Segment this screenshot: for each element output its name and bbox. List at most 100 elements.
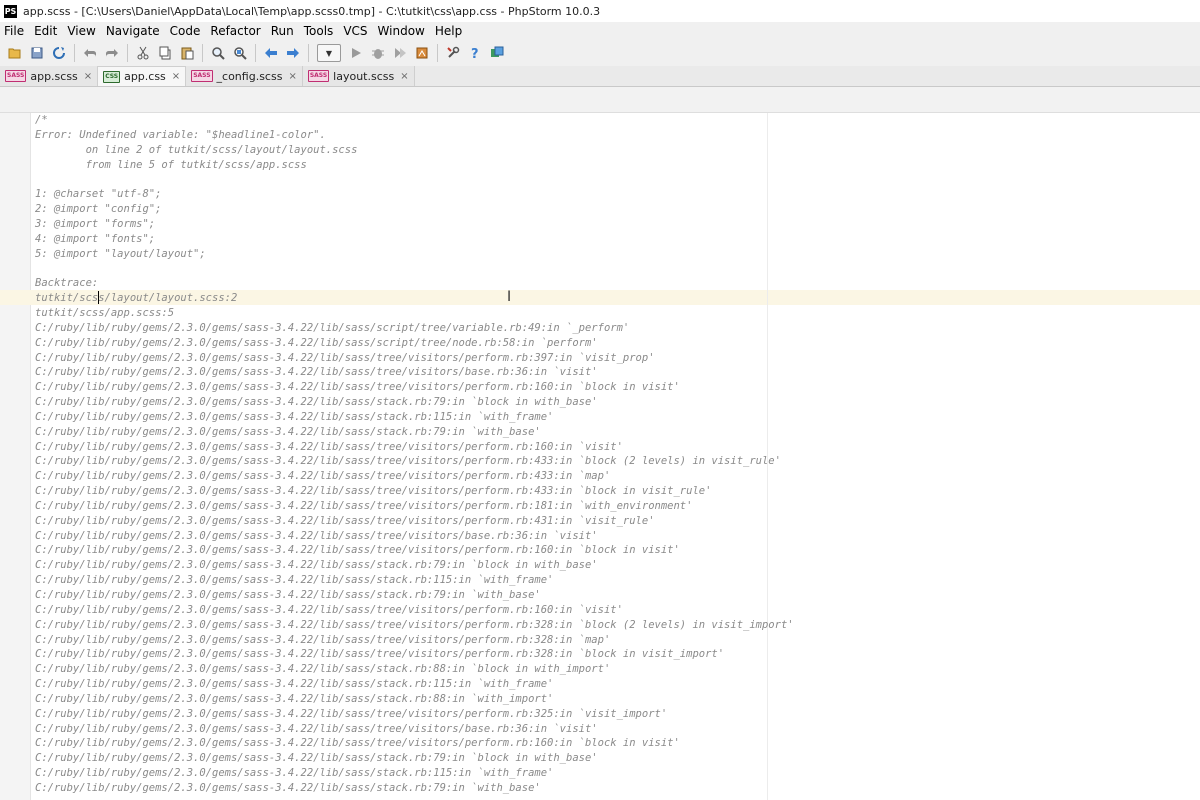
tab-app-scss[interactable]: SASS app.scss × bbox=[0, 66, 99, 86]
close-icon[interactable]: × bbox=[172, 71, 180, 82]
code-line[interactable]: 5: @import "layout/layout"; bbox=[35, 247, 794, 262]
code-line[interactable]: C:/ruby/lib/ruby/gems/2.3.0/gems/sass-3.… bbox=[35, 618, 794, 633]
chevron-down-icon: ▼ bbox=[325, 48, 333, 58]
paste-icon[interactable] bbox=[178, 44, 196, 62]
code-line[interactable]: C:/ruby/lib/ruby/gems/2.3.0/gems/sass-3.… bbox=[35, 395, 794, 410]
code-line[interactable]: Error: Undefined variable: "$headline1-c… bbox=[35, 128, 794, 143]
code-editor[interactable]: /* Error: Undefined variable: "$headline1… bbox=[0, 113, 1200, 800]
tab-layout-scss[interactable]: SASS layout.scss × bbox=[302, 66, 415, 86]
code-line[interactable]: C:/ruby/lib/ruby/gems/2.3.0/gems/sass-3.… bbox=[35, 529, 794, 544]
code-line[interactable]: C:/ruby/lib/ruby/gems/2.3.0/gems/sass-3.… bbox=[35, 543, 794, 558]
code-line[interactable]: Backtrace: bbox=[35, 276, 794, 291]
code-line[interactable]: 3: @import "forms"; bbox=[35, 217, 794, 232]
menu-window[interactable]: Window bbox=[373, 24, 430, 38]
menu-help[interactable]: Help bbox=[430, 24, 467, 38]
find-icon[interactable] bbox=[209, 44, 227, 62]
code-line[interactable]: C:/ruby/lib/ruby/gems/2.3.0/gems/sass-3.… bbox=[35, 484, 794, 499]
code-line[interactable]: on line 2 of tutkit/scss/layout/layout.s… bbox=[35, 143, 794, 158]
code-line[interactable]: /* bbox=[35, 113, 794, 128]
code-line[interactable]: 2: @import "config"; bbox=[35, 202, 794, 217]
coverage-icon[interactable] bbox=[391, 44, 409, 62]
undo-icon[interactable] bbox=[81, 44, 99, 62]
code-line[interactable]: C:/ruby/lib/ruby/gems/2.3.0/gems/sass-3.… bbox=[35, 677, 794, 692]
replace-icon[interactable] bbox=[231, 44, 249, 62]
menu-run[interactable]: Run bbox=[266, 24, 299, 38]
debug-icon[interactable] bbox=[369, 44, 387, 62]
close-icon[interactable]: × bbox=[400, 71, 408, 82]
open-folder-icon[interactable] bbox=[6, 44, 24, 62]
toolbar-separator bbox=[202, 44, 203, 62]
copy-icon[interactable] bbox=[156, 44, 174, 62]
back-icon[interactable] bbox=[262, 44, 280, 62]
code-line[interactable]: C:/ruby/lib/ruby/gems/2.3.0/gems/sass-3.… bbox=[35, 707, 794, 722]
code-line[interactable]: C:/ruby/lib/ruby/gems/2.3.0/gems/sass-3.… bbox=[35, 469, 794, 484]
code-line[interactable]: tutkit/scss/layout/layout.scss:2 bbox=[35, 291, 794, 306]
code-line[interactable]: C:/ruby/lib/ruby/gems/2.3.0/gems/sass-3.… bbox=[35, 321, 794, 336]
css-file-icon: CSS bbox=[103, 70, 121, 83]
code-line[interactable]: C:/ruby/lib/ruby/gems/2.3.0/gems/sass-3.… bbox=[35, 722, 794, 737]
window-title: app.scss - [C:\Users\Daniel\AppData\Loca… bbox=[23, 4, 601, 18]
phpstorm-update-icon[interactable] bbox=[488, 44, 506, 62]
phpstorm-app-icon: PS bbox=[4, 4, 17, 18]
code-line[interactable]: C:/ruby/lib/ruby/gems/2.3.0/gems/sass-3.… bbox=[35, 751, 794, 766]
code-line[interactable]: C:/ruby/lib/ruby/gems/2.3.0/gems/sass-3.… bbox=[35, 558, 794, 573]
tab-config-scss[interactable]: SASS _config.scss × bbox=[186, 66, 303, 86]
run-config-combo[interactable]: ▼ bbox=[317, 44, 341, 62]
code-line[interactable]: C:/ruby/lib/ruby/gems/2.3.0/gems/sass-3.… bbox=[35, 365, 794, 380]
menu-tools[interactable]: Tools bbox=[299, 24, 339, 38]
code-line[interactable] bbox=[35, 172, 794, 187]
code-line[interactable]: C:/ruby/lib/ruby/gems/2.3.0/gems/sass-3.… bbox=[35, 499, 794, 514]
code-line[interactable]: C:/ruby/lib/ruby/gems/2.3.0/gems/sass-3.… bbox=[35, 573, 794, 588]
menu-navigate[interactable]: Navigate bbox=[101, 24, 165, 38]
code-line[interactable]: C:/ruby/lib/ruby/gems/2.3.0/gems/sass-3.… bbox=[35, 336, 794, 351]
code-line[interactable]: tutkit/scss/app.scss:5 bbox=[35, 306, 794, 321]
menu-refactor[interactable]: Refactor bbox=[205, 24, 265, 38]
help-icon[interactable]: ? bbox=[466, 44, 484, 62]
code-line[interactable]: C:/ruby/lib/ruby/gems/2.3.0/gems/sass-3.… bbox=[35, 380, 794, 395]
code-line[interactable]: C:/ruby/lib/ruby/gems/2.3.0/gems/sass-3.… bbox=[35, 781, 794, 796]
code-line[interactable]: C:/ruby/lib/ruby/gems/2.3.0/gems/sass-3.… bbox=[35, 440, 794, 455]
code-line[interactable]: C:/ruby/lib/ruby/gems/2.3.0/gems/sass-3.… bbox=[35, 692, 794, 707]
menu-view[interactable]: View bbox=[62, 24, 100, 38]
profile-icon[interactable] bbox=[413, 44, 431, 62]
code-line[interactable]: C:/ruby/lib/ruby/gems/2.3.0/gems/sass-3.… bbox=[35, 766, 794, 781]
sass-file-icon: SASS bbox=[307, 70, 330, 82]
code-line[interactable] bbox=[35, 261, 794, 276]
tab-label: app.scss bbox=[30, 69, 78, 83]
navigation-bar bbox=[0, 87, 1200, 113]
code-line[interactable]: C:/ruby/lib/ruby/gems/2.3.0/gems/sass-3.… bbox=[35, 514, 794, 529]
editor-gutter[interactable] bbox=[0, 113, 31, 800]
code-content[interactable]: /* Error: Undefined variable: "$headline1… bbox=[35, 113, 794, 796]
editor-tabs: SASS app.scss × CSS app.css × SASS _conf… bbox=[0, 66, 1200, 87]
close-icon[interactable]: × bbox=[288, 71, 296, 82]
code-line[interactable]: C:/ruby/lib/ruby/gems/2.3.0/gems/sass-3.… bbox=[35, 647, 794, 662]
cut-icon[interactable] bbox=[134, 44, 152, 62]
menu-edit[interactable]: Edit bbox=[29, 24, 62, 38]
sync-icon[interactable] bbox=[50, 44, 68, 62]
tab-app-css[interactable]: CSS app.css × bbox=[98, 66, 187, 86]
menu-code[interactable]: Code bbox=[165, 24, 206, 38]
redo-icon[interactable] bbox=[103, 44, 121, 62]
save-icon[interactable] bbox=[28, 44, 46, 62]
code-line[interactable]: C:/ruby/lib/ruby/gems/2.3.0/gems/sass-3.… bbox=[35, 603, 794, 618]
forward-icon[interactable] bbox=[284, 44, 302, 62]
code-line[interactable]: from line 5 of tutkit/scss/app.scss bbox=[35, 158, 794, 173]
code-line[interactable]: C:/ruby/lib/ruby/gems/2.3.0/gems/sass-3.… bbox=[35, 410, 794, 425]
code-line[interactable]: C:/ruby/lib/ruby/gems/2.3.0/gems/sass-3.… bbox=[35, 425, 794, 440]
code-line[interactable]: 4: @import "fonts"; bbox=[35, 232, 794, 247]
code-line[interactable]: 1: @charset "utf-8"; bbox=[35, 187, 794, 202]
toolbar-separator bbox=[255, 44, 256, 62]
code-line[interactable]: C:/ruby/lib/ruby/gems/2.3.0/gems/sass-3.… bbox=[35, 454, 794, 469]
code-line[interactable]: C:/ruby/lib/ruby/gems/2.3.0/gems/sass-3.… bbox=[35, 588, 794, 603]
code-line[interactable]: C:/ruby/lib/ruby/gems/2.3.0/gems/sass-3.… bbox=[35, 633, 794, 648]
toolbar-separator bbox=[308, 44, 309, 62]
run-icon[interactable] bbox=[347, 44, 365, 62]
menu-file[interactable]: File bbox=[0, 24, 29, 38]
code-line[interactable]: C:/ruby/lib/ruby/gems/2.3.0/gems/sass-3.… bbox=[35, 662, 794, 677]
settings-icon[interactable] bbox=[444, 44, 462, 62]
code-line[interactable]: C:/ruby/lib/ruby/gems/2.3.0/gems/sass-3.… bbox=[35, 351, 794, 366]
menu-vcs[interactable]: VCS bbox=[338, 24, 372, 38]
close-icon[interactable]: × bbox=[84, 71, 92, 82]
toolbar-separator bbox=[437, 44, 438, 62]
code-line[interactable]: C:/ruby/lib/ruby/gems/2.3.0/gems/sass-3.… bbox=[35, 736, 794, 751]
